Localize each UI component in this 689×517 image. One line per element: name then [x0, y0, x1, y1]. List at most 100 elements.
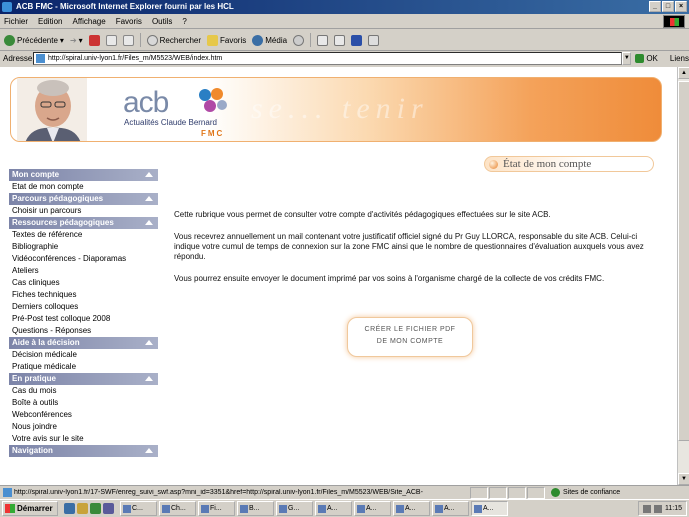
- sidebar-item-cas-du-mois[interactable]: Cas du mois: [9, 385, 158, 397]
- menu-help[interactable]: ?: [182, 17, 186, 26]
- print-icon[interactable]: [334, 34, 346, 46]
- sidebar-item-derniers-colloques[interactable]: Derniers colloques: [9, 301, 158, 313]
- edit-word-icon[interactable]: [351, 34, 363, 46]
- task-label: A...: [366, 505, 377, 512]
- acb-logo-mark: [199, 88, 227, 112]
- vertical-scrollbar[interactable]: ▲ ▼: [677, 67, 689, 485]
- taskbar-task[interactable]: A...: [432, 501, 469, 516]
- address-dropdown-button[interactable]: ▼: [622, 52, 632, 65]
- quicklaunch-icon[interactable]: [64, 503, 75, 514]
- taskbar-task-active[interactable]: A...: [471, 501, 508, 516]
- forward-button[interactable]: ➔ ▾: [70, 36, 83, 45]
- sidebar-item-textes[interactable]: Textes de référence: [9, 229, 158, 241]
- taskbar-task[interactable]: Fi...: [198, 501, 235, 516]
- sidebar-heading-mon-compte[interactable]: Mon compte: [9, 169, 158, 181]
- page-title-text: État de mon compte: [503, 158, 592, 170]
- menu-affichage[interactable]: Affichage: [72, 17, 105, 26]
- sidebar-heading-aide-decision[interactable]: Aide à la décision: [9, 337, 158, 349]
- favorites-button[interactable]: Favoris: [207, 34, 246, 46]
- start-label: Démarrer: [17, 504, 53, 513]
- home-icon[interactable]: [122, 34, 134, 46]
- sidebar-item-choisir-parcours[interactable]: Choisir un parcours: [9, 205, 158, 217]
- tray-volume-icon[interactable]: [654, 504, 662, 513]
- taskbar-task[interactable]: A...: [393, 501, 430, 516]
- back-button[interactable]: Précédente ▾: [4, 34, 64, 46]
- scrollbar-thumb[interactable]: [678, 81, 689, 441]
- menu-outils[interactable]: Outils: [152, 17, 172, 26]
- mail-icon[interactable]: [317, 34, 329, 46]
- sidebar-item-nous-joindre[interactable]: Nous joindre: [9, 421, 158, 433]
- sidebar-item-pratique-medicale[interactable]: Pratique médicale: [9, 361, 158, 373]
- close-button[interactable]: ×: [675, 1, 687, 12]
- sidebar-item-votre-avis[interactable]: Votre avis sur le site: [9, 433, 158, 445]
- minimize-button[interactable]: _: [649, 1, 661, 12]
- sidebar-item-bibliographie[interactable]: Bibliographie: [9, 241, 158, 253]
- stop-icon[interactable]: [88, 34, 100, 46]
- taskbar-task[interactable]: A...: [354, 501, 391, 516]
- acb-logo-text: acb: [123, 86, 169, 119]
- taskbar-task[interactable]: G...: [276, 501, 313, 516]
- favorites-icon: [207, 34, 219, 46]
- task-label: A...: [444, 505, 455, 512]
- sidebar-item-etat-compte[interactable]: Etat de mon compte: [9, 181, 158, 193]
- taskbar-task[interactable]: B...: [237, 501, 274, 516]
- page-icon: [35, 54, 45, 63]
- search-button[interactable]: Rechercher: [146, 34, 201, 46]
- collapse-arrow-icon: [145, 340, 153, 345]
- windows-taskbar: Démarrer C... Ch... Fi... B... G... A...…: [0, 499, 689, 517]
- refresh-icon[interactable]: [105, 34, 117, 46]
- sidebar-item-webconferences[interactable]: Webconférences: [9, 409, 158, 421]
- sidebar-item-cas-cliniques[interactable]: Cas cliniques: [9, 277, 158, 289]
- sidebar-item-questions-reponses[interactable]: Questions - Réponses: [9, 325, 158, 337]
- menu-fichier[interactable]: Fichier: [4, 17, 28, 26]
- sidebar-heading-parcours[interactable]: Parcours pédagogiques: [9, 193, 158, 205]
- menu-edition[interactable]: Edition: [38, 17, 62, 26]
- sidebar-item-fiches-techniques[interactable]: Fiches techniques: [9, 289, 158, 301]
- tray-network-icon[interactable]: [643, 504, 651, 513]
- window-title-bar: ACB FMC - Microsoft Internet Explorer fo…: [0, 0, 689, 14]
- start-button[interactable]: Démarrer: [2, 501, 58, 516]
- sidebar-item-boite-outils[interactable]: Boîte à outils: [9, 397, 158, 409]
- quick-launch: [64, 503, 114, 514]
- sidebar-item-pre-post-test[interactable]: Pré-Post test colloque 2008: [9, 313, 158, 325]
- task-label: A...: [405, 505, 416, 512]
- quicklaunch-icon[interactable]: [90, 503, 101, 514]
- scroll-up-arrow-icon[interactable]: ▲: [678, 67, 689, 79]
- collapse-arrow-icon: [145, 220, 153, 225]
- history-icon[interactable]: [293, 34, 305, 46]
- main-content: Cette rubrique vous permet de consulter …: [174, 210, 646, 296]
- sidebar-item-decision-medicale[interactable]: Décision médicale: [9, 349, 158, 361]
- taskbar-tasks: C... Ch... Fi... B... G... A... A... A..…: [120, 501, 508, 516]
- quicklaunch-icon[interactable]: [77, 503, 88, 514]
- sidebar-heading-ressources[interactable]: Ressources pédagogiques: [9, 217, 158, 229]
- scroll-down-arrow-icon[interactable]: ▼: [678, 473, 689, 485]
- status-url: http://spiral.univ-lyon1.fr/17-SWF/enreg…: [14, 489, 423, 496]
- address-input[interactable]: http://spiral.univ-lyon1.fr/Files_m/M552…: [32, 52, 623, 65]
- page-viewport: acb Actualités Claude Bernard FMC se... …: [0, 67, 677, 485]
- collapse-arrow-icon: [145, 376, 153, 381]
- taskbar-task[interactable]: Ch...: [159, 501, 196, 516]
- media-button[interactable]: Média: [252, 34, 287, 46]
- windows-logo-icon: [5, 504, 15, 513]
- taskbar-task[interactable]: A...: [315, 501, 352, 516]
- taskbar-task[interactable]: C...: [120, 501, 157, 516]
- quicklaunch-icon[interactable]: [103, 503, 114, 514]
- sidebar-heading-en-pratique[interactable]: En pratique: [9, 373, 158, 385]
- menu-favoris[interactable]: Favoris: [116, 17, 142, 26]
- links-button[interactable]: Liens: [670, 54, 689, 63]
- discuss-icon[interactable]: [368, 34, 380, 46]
- go-button[interactable]: OK: [635, 54, 658, 63]
- sidebar-heading-label: Aide à la décision: [12, 338, 80, 347]
- window-title: ACB FMC - Microsoft Internet Explorer fo…: [16, 2, 234, 11]
- menu-bar: Fichier Edition Affichage Favoris Outils…: [0, 14, 689, 29]
- sidebar-heading-label: Ressources pédagogiques: [12, 218, 114, 227]
- collapse-arrow-icon: [145, 172, 153, 177]
- create-pdf-label-line2: DE MON COMPTE: [376, 338, 444, 345]
- maximize-button[interactable]: □: [662, 1, 674, 12]
- sidebar-heading-navigation[interactable]: Navigation: [9, 445, 158, 457]
- task-icon: [396, 504, 404, 513]
- create-pdf-button[interactable]: CRÉER LE FICHIER PDF DE MON COMPTE: [347, 317, 473, 357]
- sidebar-item-ateliers[interactable]: Ateliers: [9, 265, 158, 277]
- clock: 11:15: [665, 505, 682, 512]
- sidebar-item-videoconferences[interactable]: Vidéoconférences - Diaporamas: [9, 253, 158, 265]
